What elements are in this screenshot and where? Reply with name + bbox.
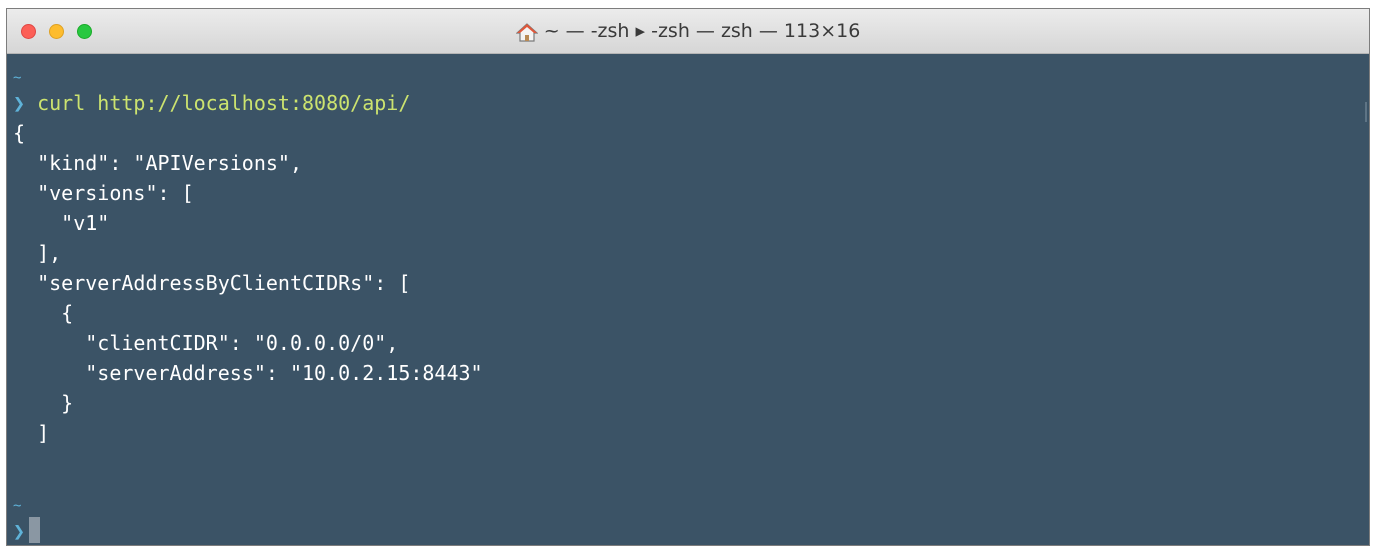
output-line: { [13, 121, 26, 145]
home-icon [515, 22, 539, 42]
active-prompt[interactable]: ❯ [13, 516, 41, 545]
prompt-path: ~ [13, 498, 22, 514]
window-title-text: ~ — -zsh ▸ -zsh — zsh — 113×16 [543, 20, 861, 42]
output-line: "kind": "APIVersions", [13, 151, 302, 175]
scroll-marker [1365, 102, 1367, 122]
terminal-window: ~ — -zsh ▸ -zsh — zsh — 113×16 ~ ❯ curl … [6, 8, 1370, 546]
output-line: "serverAddressByClientCIDRs": [ [13, 271, 411, 295]
window-title: ~ — -zsh ▸ -zsh — zsh — 113×16 [7, 9, 1369, 53]
prompt-path: ~ [13, 70, 22, 86]
prompt-icon: ❯ [13, 519, 26, 543]
output-line: ], [13, 241, 62, 265]
output-line: { [13, 301, 74, 325]
command-line: ❯ curl http://localhost:8080/api/ [13, 88, 410, 118]
output-line: "versions": [ [13, 181, 194, 205]
output-line: "clientCIDR": "0.0.0.0/0", [13, 331, 399, 355]
output-line: ] [13, 421, 50, 445]
prompt-icon: ❯ [13, 91, 26, 115]
command-text: curl http://localhost:8080/api/ [37, 91, 411, 115]
output-line: "serverAddress": "10.0.2.15:8443" [13, 361, 483, 385]
output-line: } [13, 391, 74, 415]
output-line: "v1" [13, 211, 110, 235]
terminal-content[interactable]: ~ ❯ curl http://localhost:8080/api/ { "k… [7, 54, 1369, 545]
text-cursor [29, 517, 41, 543]
title-bar[interactable]: ~ — -zsh ▸ -zsh — zsh — 113×16 [7, 9, 1369, 54]
